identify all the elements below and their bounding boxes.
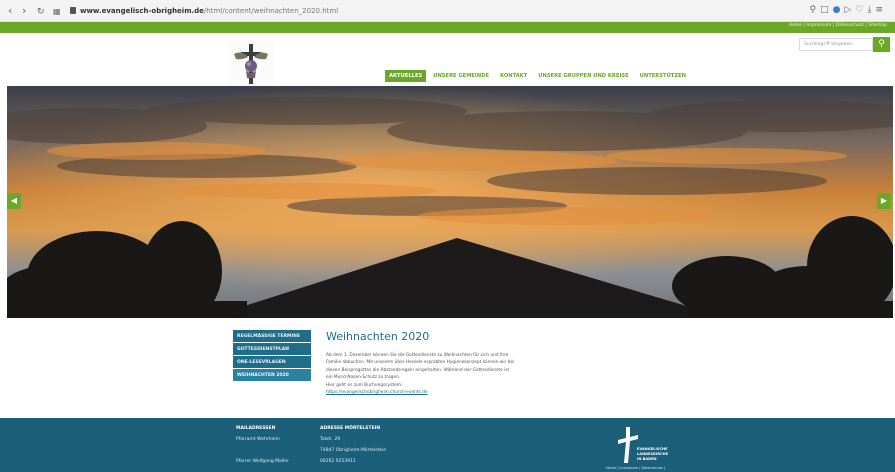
footer-street: Talstr. 29: [320, 437, 341, 442]
address-bar[interactable]: www.evangelisch-obrigheim.de/html/conten…: [80, 5, 338, 17]
profile-icon[interactable]: ●: [833, 5, 845, 15]
article-line: Ab dem 1. Dezember können Sie die Gottes…: [326, 353, 509, 358]
footer-phone: 06262 9253911: [320, 459, 356, 464]
search-icon: ⚲: [878, 39, 885, 49]
nav-item-gruppen-und-kreise[interactable]: UNSERE GRUPPEN UND KREISE: [534, 70, 632, 82]
footer-spacer: [236, 445, 289, 456]
main-navigation: AKTUELLES UNSERE GEMEINDE KONTAKT UNSERE…: [385, 70, 690, 82]
chevron-left-icon: ◀: [10, 196, 18, 205]
url-path: /html/content/weihnachten_2020.html: [203, 7, 339, 15]
page-title: Weihnachten 2020: [326, 330, 430, 343]
back-icon[interactable]: ‹: [8, 4, 12, 18]
nav-item-kontakt[interactable]: KONTAKT: [496, 70, 531, 82]
slider-prev-button[interactable]: ◀: [7, 193, 21, 209]
slider-next-button[interactable]: ▶: [877, 193, 891, 209]
footer-address-column: ADRESSE MÖRTELSTEIN Talstr. 29 74847 Obr…: [320, 423, 386, 467]
search-button[interactable]: ⚲: [873, 37, 890, 52]
subnav-item-gottesdienstplan[interactable]: GOTTESDIENSTPLAN: [233, 343, 311, 355]
browser-actions: ⚲□●▷♡⤓≡: [810, 5, 888, 15]
subnav-item-weihnachten-2020[interactable]: WEIHNACHTEN 2020: [233, 369, 311, 381]
logo-emblem-icon: [228, 40, 274, 86]
heart-icon[interactable]: ♡: [855, 5, 867, 15]
bookmark-icon[interactable]: □: [820, 5, 833, 15]
forward-icon[interactable]: ›: [22, 4, 26, 18]
article-line: Familie abbuchen. Mit unserem über Hesse…: [326, 360, 515, 366]
footer-heading-mail: MAILADRESSEN: [236, 426, 276, 431]
search-input[interactable]: Suchbegriff eingeben: [799, 38, 873, 51]
footer-city: 74847 Obrigheim-Mörtelstein: [320, 448, 387, 453]
site-logo[interactable]: [228, 40, 274, 86]
hero-slider-image: [7, 86, 893, 318]
subnav-item-regelmaessige-termine[interactable]: REGELMÄSSIGE TERMINE: [233, 330, 311, 342]
subnav-item-lesevorlagen[interactable]: ONE-LESEVRLAGEN: [233, 356, 311, 368]
search-icon[interactable]: ⚲: [810, 5, 821, 15]
article-body: Ab dem 1. Dezember können Sie die Gottes…: [326, 352, 516, 389]
nav-item-unsere-gemeinde[interactable]: UNSERE GEMEINDE: [429, 70, 493, 82]
footer-legal-links[interactable]: Home | Impressum | Datenschutz |: [606, 466, 665, 470]
chevron-right-icon: ▶: [880, 196, 888, 205]
top-utility-bar: Home | Impressum | Datenschutz | Sitemap: [0, 22, 895, 33]
menu-icon[interactable]: ≡: [875, 5, 887, 15]
nav-item-aktuelles[interactable]: AKTUELLES: [385, 70, 427, 82]
tabs-grid-icon[interactable]: ▦: [53, 5, 61, 19]
footer-mail-column: MAILADRESSEN Pfarramt Wehrheim Pfarrer W…: [236, 423, 289, 467]
site-footer: [0, 418, 895, 472]
lock-icon: [70, 7, 76, 14]
article-line: Hier geht es zum Buchungssystem:: [326, 382, 403, 388]
ekiba-line: IN BADEN: [637, 457, 657, 461]
utility-links[interactable]: Home | Impressum | Datenschutz | Sitemap: [789, 23, 887, 28]
booking-link[interactable]: https://evangelischobrigheim.church-even…: [326, 389, 516, 396]
nav-item-unterstuetzen[interactable]: UNTERSTÜTZEN: [636, 70, 690, 82]
footer-link-pfarramt[interactable]: Pfarramt Wehrheim: [236, 434, 289, 445]
article: Weihnachten 2020 Ab dem 1. Dezember könn…: [326, 330, 516, 396]
browser-toolbar: ‹ › ↻ ▦ www.evangelisch-obrigheim.de/htm…: [0, 0, 895, 22]
url-host: www.evangelisch-obrigheim.de: [80, 7, 204, 15]
reload-icon[interactable]: ↻: [37, 5, 45, 19]
footer-heading-address: ADRESSE MÖRTELSTEIN: [320, 426, 381, 431]
footer-link-pfarrer[interactable]: Pfarrer Wolfgang Maller: [236, 456, 289, 467]
article-line: diesen Beispregottes die Abstandsregeln …: [326, 367, 510, 373]
article-line: ein Mund-Nasen-Schutz zu tragen.: [326, 375, 401, 381]
section-subnav: REGELMÄSSIGE TERMINE GOTTESDIENSTPLAN ON…: [233, 330, 311, 382]
play-icon[interactable]: ▷: [844, 5, 855, 15]
ekiba-wordmark: EVANGELISCHE LANDESKIRCHE IN BADEN: [637, 447, 668, 462]
